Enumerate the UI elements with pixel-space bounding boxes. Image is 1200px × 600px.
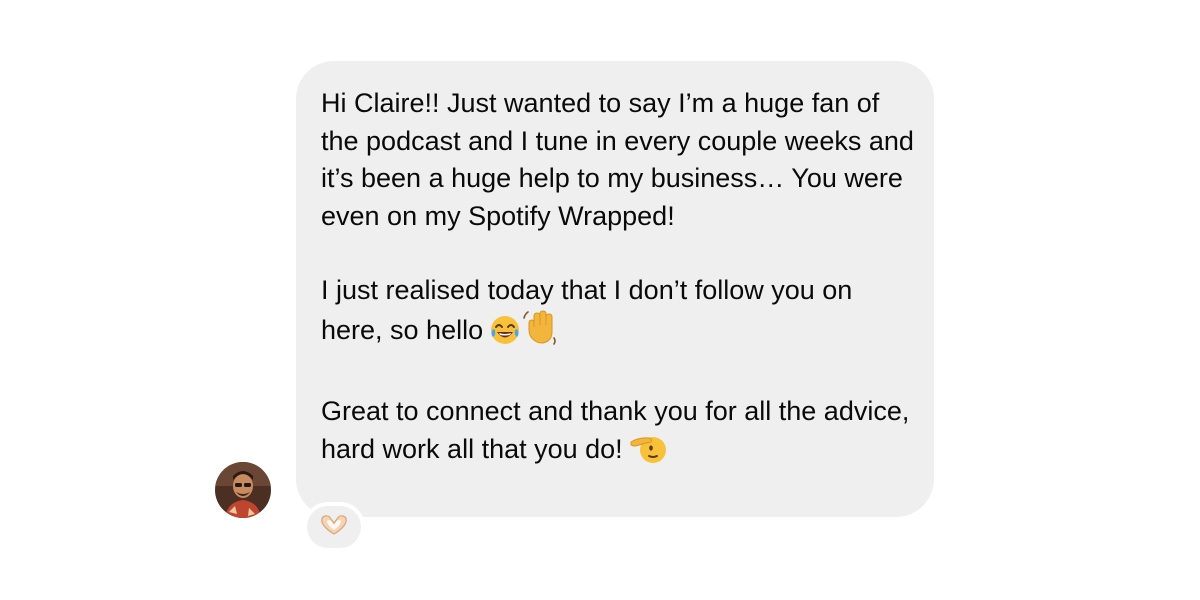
heart-hands-emoji-icon xyxy=(319,514,349,541)
laughing-tears-emoji-icon xyxy=(489,314,521,357)
message-text-2: I just realised today that I don’t follo… xyxy=(321,275,853,345)
message-text-1: Hi Claire!! Just wanted to say I’m a hug… xyxy=(321,88,914,231)
message-paragraph-1: Hi Claire!! Just wanted to say I’m a hug… xyxy=(321,85,914,235)
reaction-badge[interactable] xyxy=(303,502,365,552)
saluting-face-emoji-icon xyxy=(629,431,667,476)
message-paragraph-2: I just realised today that I don’t follo… xyxy=(321,272,914,356)
message-text-3: Great to connect and thank you for all t… xyxy=(321,396,910,464)
sender-avatar[interactable] xyxy=(215,462,271,518)
chat-thread: Hi Claire!! Just wanted to say I’m a hug… xyxy=(0,0,1200,600)
waving-hand-emoji-icon xyxy=(523,309,559,357)
message-paragraph-3: Great to connect and thank you for all t… xyxy=(321,393,914,475)
message-bubble[interactable]: Hi Claire!! Just wanted to say I’m a hug… xyxy=(296,61,934,517)
